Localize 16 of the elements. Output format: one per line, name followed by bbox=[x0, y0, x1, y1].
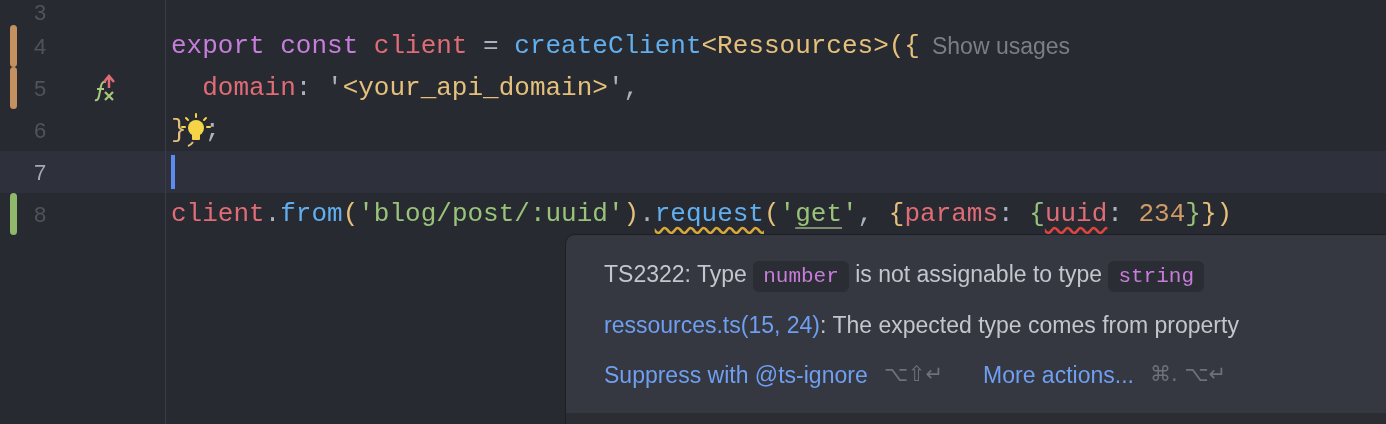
code-text: export const client = createClient<Ressources>({ bbox=[171, 29, 920, 63]
function-override-icon[interactable] bbox=[92, 74, 118, 102]
show-usages-hint[interactable]: Show usages bbox=[931, 28, 1071, 64]
action-link[interactable]: Suppress with @ts-ignore bbox=[604, 357, 868, 393]
related-info-text: ressources.ts(15, 24): The expected type comes from property bbox=[604, 310, 1240, 340]
error-message: TS2322: Type number is not assignable to type string bbox=[604, 257, 1386, 293]
code-text: ; bbox=[204, 113, 221, 147]
action-link[interactable]: More actions... bbox=[983, 357, 1134, 393]
file-link[interactable]: ressources.ts(15, 24) bbox=[604, 311, 821, 338]
shortcut-hint: ⌥⇧↵ bbox=[883, 361, 944, 389]
shortcut-hint: ⌘. ⌥↵ bbox=[1149, 361, 1227, 389]
code-text: client.from('blog/post/:uuid').request('get', {params: {uuid: 234}}) bbox=[171, 197, 1233, 231]
code-text: } bbox=[171, 113, 187, 147]
code-text: domain: '<your_api_domain>', bbox=[201, 71, 640, 105]
line-number: 7 bbox=[34, 158, 48, 187]
text-caret bbox=[171, 155, 175, 189]
